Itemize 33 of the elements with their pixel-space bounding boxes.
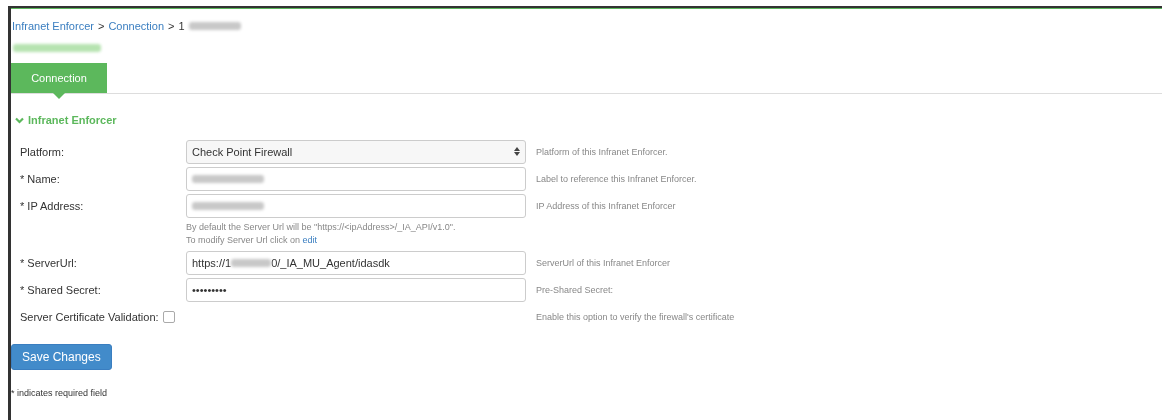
help-text: By default the Server Url will be "https://<ipAddress>/_IA_API/v1.0". <box>186 221 457 234</box>
edit-link[interactable]: edit <box>302 235 318 245</box>
field-label: * Name: <box>20 172 61 185</box>
save-changes-button[interactable]: Save Changes <box>11 344 112 370</box>
field-label: * Shared Secret: <box>20 283 102 296</box>
input-field[interactable]: https://1 0/_IA_MU_Agent/idasdk <box>186 250 526 275</box>
field-label: * ServerUrl: <box>20 256 78 269</box>
field-description: Pre-Shared Secret: <box>536 284 615 295</box>
input-field[interactable] <box>186 193 526 218</box>
required-note: * indicates required field <box>11 388 108 398</box>
field-description: ServerUrl of this Infranet Enforcer <box>536 257 672 268</box>
breadcrumb-separator: > <box>97 20 105 32</box>
help-text: To modify Server Url click on <box>186 235 301 245</box>
breadcrumb-current: 1 <box>178 20 185 32</box>
field-description: Label to reference this Infranet Enforcer. <box>536 173 698 184</box>
password-field[interactable]: ••••••••• <box>186 277 526 302</box>
breadcrumb-separator: > <box>168 20 175 32</box>
field-description: Platform of this Infranet Enforcer. <box>536 146 669 157</box>
breadcrumb-link[interactable]: Infranet Enforcer <box>12 20 94 32</box>
input-field[interactable] <box>186 166 526 191</box>
field-description: Enable this option to verify the firewall's certificate <box>536 311 736 322</box>
field-label: Platform: <box>20 145 65 158</box>
field-label: Server Certificate Validation: <box>20 310 159 323</box>
tab[interactable]: Connection <box>11 63 107 93</box>
sort-arrows-icon <box>514 147 520 156</box>
section-title: Infranet Enforcer <box>28 114 117 126</box>
field-description: IP Address of this Infranet Enforcer <box>536 200 677 211</box>
chevron-icon[interactable] <box>15 116 24 124</box>
platform-select[interactable]: Check Point Firewall <box>186 139 526 164</box>
field-label: * IP Address: <box>20 199 85 212</box>
checkbox[interactable] <box>162 310 175 323</box>
breadcrumb-link[interactable]: Connection <box>108 20 165 32</box>
tab-pointer-icon <box>53 93 65 99</box>
